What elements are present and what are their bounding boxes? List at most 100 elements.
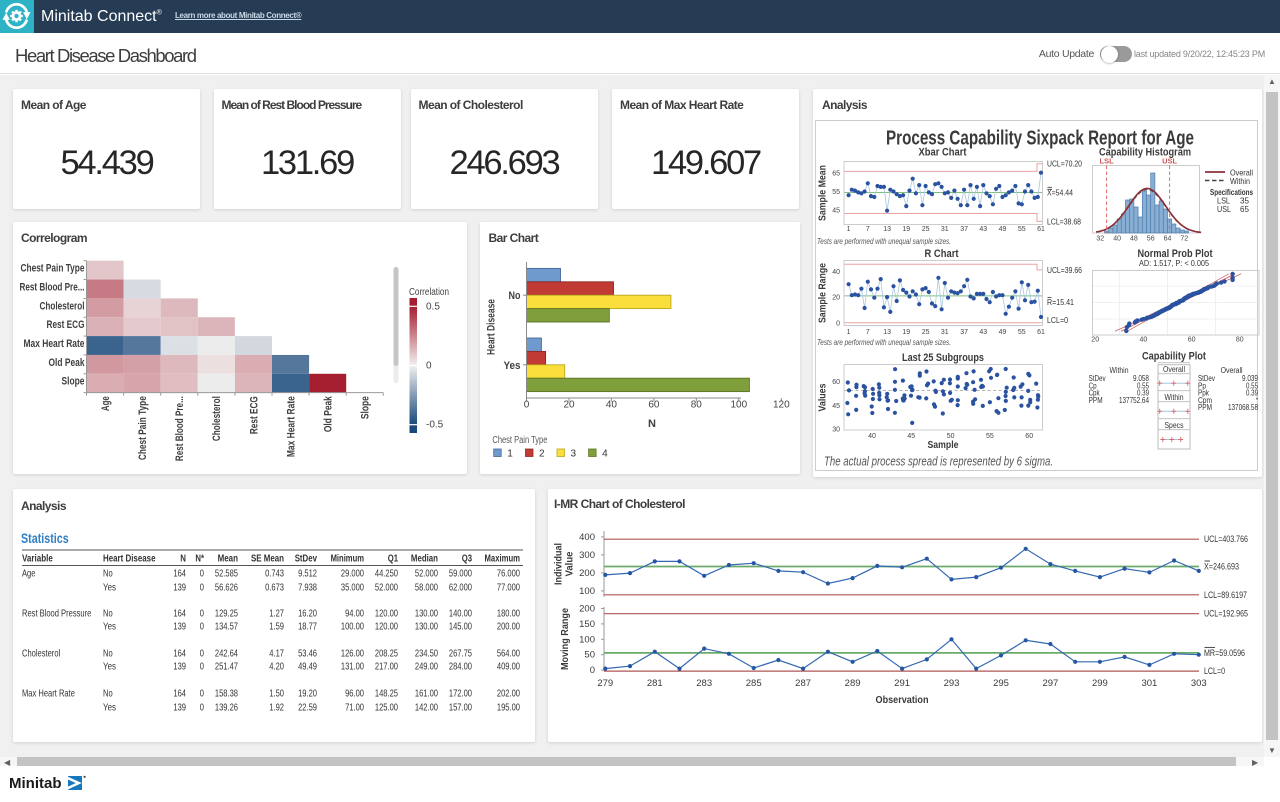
- svg-text:13: 13: [883, 226, 891, 233]
- svg-text:18.77: 18.77: [298, 621, 317, 633]
- svg-text:Chest Pain Type: Chest Pain Type: [21, 263, 85, 275]
- svg-text:279: 279: [597, 678, 613, 689]
- svg-text:R=15.41: R=15.41: [1047, 297, 1074, 307]
- svg-text:55: 55: [832, 189, 840, 196]
- svg-text:35.000: 35.000: [341, 582, 364, 594]
- svg-text:60: 60: [648, 400, 660, 411]
- svg-text:1: 1: [507, 449, 513, 460]
- svg-text:Yes: Yes: [103, 702, 116, 714]
- svg-text:281: 281: [647, 678, 663, 689]
- svg-text:Max Heart Rate: Max Heart Rate: [24, 338, 85, 350]
- svg-text:71.00: 71.00: [345, 702, 364, 714]
- svg-text:164: 164: [173, 568, 186, 580]
- svg-text:PPM: PPM: [1198, 403, 1212, 412]
- svg-text:195.00: 195.00: [497, 702, 520, 714]
- svg-text:Cholesterol: Cholesterol: [22, 648, 60, 660]
- svg-text:Values: Values: [818, 383, 829, 411]
- svg-text:164: 164: [173, 688, 186, 700]
- svg-text:22.59: 22.59: [298, 702, 317, 714]
- svg-text:Capability Plot: Capability Plot: [1142, 351, 1206, 363]
- svg-text:Yes: Yes: [103, 661, 116, 673]
- svg-text:Rest ECG: Rest ECG: [47, 319, 85, 331]
- svg-text:301: 301: [1141, 678, 1157, 689]
- svg-text:45: 45: [832, 403, 840, 410]
- svg-text:43: 43: [979, 329, 987, 336]
- svg-text:0.5: 0.5: [426, 301, 440, 312]
- svg-text:52.000: 52.000: [375, 582, 398, 594]
- svg-text:Max Heart Rate: Max Heart Rate: [285, 396, 297, 457]
- svg-text:242.64: 242.64: [215, 648, 238, 660]
- svg-text:StDev: StDev: [295, 553, 317, 565]
- svg-text:20: 20: [563, 400, 575, 411]
- svg-text:100: 100: [730, 400, 747, 411]
- svg-text:Slope: Slope: [360, 396, 372, 419]
- svg-text:LCL=0: LCL=0: [1047, 315, 1068, 325]
- svg-text:20: 20: [1091, 337, 1099, 344]
- svg-text:180.00: 180.00: [497, 608, 520, 620]
- svg-text:Tests are performed with unequ: Tests are performed with unequal sample …: [817, 337, 951, 347]
- svg-text:Old Peak: Old Peak: [49, 357, 86, 369]
- svg-text:-0.5: -0.5: [426, 420, 444, 431]
- svg-text:N: N: [648, 418, 656, 430]
- svg-text:20: 20: [832, 295, 840, 302]
- svg-text:125.00: 125.00: [375, 702, 398, 714]
- svg-text:120.00: 120.00: [375, 608, 398, 620]
- svg-text:3: 3: [571, 449, 577, 460]
- svg-text:56.626: 56.626: [215, 582, 238, 594]
- svg-text:7.938: 7.938: [298, 582, 317, 594]
- svg-text:UCL=39.66: UCL=39.66: [1047, 265, 1082, 275]
- svg-text:139: 139: [173, 582, 186, 594]
- svg-text:80: 80: [691, 400, 703, 411]
- svg-text:Rest Blood Pre...: Rest Blood Pre...: [20, 281, 85, 293]
- svg-text:Moving Range: Moving Range: [559, 608, 571, 670]
- svg-text:Q3: Q3: [462, 553, 472, 565]
- svg-text:7: 7: [866, 226, 870, 233]
- svg-text:Median: Median: [411, 553, 438, 565]
- svg-text:96.00: 96.00: [345, 688, 364, 700]
- svg-text:161.00: 161.00: [415, 688, 438, 700]
- svg-text:217.00: 217.00: [375, 661, 398, 673]
- svg-text:287: 287: [795, 678, 811, 689]
- svg-text:0: 0: [200, 661, 204, 673]
- svg-text:164: 164: [173, 648, 186, 660]
- svg-text:LSL: LSL: [1100, 157, 1115, 166]
- svg-text:Correlation: Correlation: [409, 287, 449, 298]
- svg-text:0.673: 0.673: [265, 582, 284, 594]
- svg-text:158.38: 158.38: [215, 688, 238, 700]
- svg-text:48: 48: [1130, 236, 1138, 243]
- svg-text:Overall: Overall: [1221, 366, 1243, 375]
- svg-text:0: 0: [836, 320, 840, 327]
- svg-text:200: 200: [579, 604, 595, 615]
- svg-text:50: 50: [584, 650, 595, 661]
- svg-text:Yes: Yes: [103, 582, 116, 594]
- svg-text:44.250: 44.250: [375, 568, 398, 580]
- svg-text:19: 19: [902, 329, 910, 336]
- svg-text:13: 13: [883, 329, 891, 336]
- svg-text:25: 25: [922, 226, 930, 233]
- svg-text:297: 297: [1042, 678, 1058, 689]
- svg-text:Cholesterol: Cholesterol: [211, 396, 223, 441]
- svg-text:Within: Within: [1165, 393, 1184, 402]
- svg-text:293: 293: [944, 678, 960, 689]
- svg-text:40: 40: [1113, 236, 1121, 243]
- svg-text:19: 19: [902, 226, 910, 233]
- svg-text:234.50: 234.50: [415, 648, 438, 660]
- svg-text:Maximum: Maximum: [485, 553, 521, 565]
- svg-text:409.00: 409.00: [497, 661, 520, 673]
- svg-text:AD: 1.517, P: < 0.005: AD: 1.517, P: < 0.005: [1139, 258, 1209, 268]
- svg-text:148.25: 148.25: [375, 688, 398, 700]
- svg-text:62.000: 62.000: [449, 582, 472, 594]
- svg-text:Xbar Chart: Xbar Chart: [919, 147, 967, 159]
- svg-text:29.000: 29.000: [341, 568, 364, 580]
- svg-text:142.00: 142.00: [415, 702, 438, 714]
- svg-text:37: 37: [960, 329, 968, 336]
- svg-text:291: 291: [894, 678, 910, 689]
- svg-text:40: 40: [1140, 337, 1148, 344]
- svg-text:140.00: 140.00: [449, 608, 472, 620]
- svg-text:Specs: Specs: [1165, 421, 1184, 430]
- svg-text:157.00: 157.00: [449, 702, 472, 714]
- svg-text:4.17: 4.17: [269, 648, 284, 660]
- svg-text:Cholesterol: Cholesterol: [40, 300, 85, 312]
- svg-text:61: 61: [1037, 226, 1045, 233]
- svg-text:40: 40: [868, 433, 876, 440]
